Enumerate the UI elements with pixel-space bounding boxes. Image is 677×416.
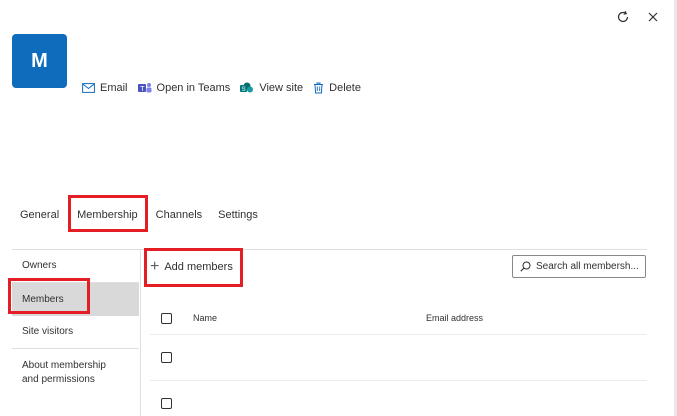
refresh-icon [617, 10, 629, 23]
search-placeholder: Search all membersh... [536, 261, 639, 272]
nav-item-owners[interactable]: Owners [12, 260, 139, 278]
refresh-button[interactable] [614, 8, 632, 26]
column-header-email[interactable]: Email address [426, 313, 483, 323]
header-divider [150, 334, 647, 335]
sharepoint-icon: S [240, 82, 254, 93]
teams-icon: T [137, 83, 152, 93]
nav-divider [12, 348, 139, 349]
mail-icon [82, 83, 95, 93]
highlight-membership-tab [68, 195, 148, 232]
email-label: Email [100, 82, 128, 94]
trash-icon [314, 82, 324, 94]
open-in-teams-label: Open in Teams [156, 82, 231, 94]
row-divider [150, 380, 647, 381]
tab-channels[interactable]: Channels [148, 206, 210, 224]
search-members-input[interactable]: Search all membersh... [512, 255, 646, 278]
nav-item-about-membership[interactable]: About membership and permissions [12, 359, 122, 387]
email-action[interactable]: Email [82, 82, 128, 94]
nav-item-label: Owners [22, 260, 57, 271]
delete-action[interactable]: Delete [313, 82, 361, 94]
open-in-teams-action[interactable]: T Open in Teams [137, 82, 231, 94]
tab-general[interactable]: General [12, 206, 67, 224]
view-site-label: View site [259, 82, 304, 94]
svg-text:T: T [140, 86, 145, 93]
delete-label: Delete [329, 82, 361, 94]
avatar-letter: M [31, 49, 48, 72]
row-checkbox[interactable] [161, 352, 172, 363]
highlight-add-members [144, 248, 243, 287]
membership-nav: Owners Members Site visitors About membe… [12, 250, 141, 416]
search-icon [520, 261, 531, 272]
row-checkbox[interactable] [161, 398, 172, 409]
action-bar: Email T Open in Teams S View site Delete [82, 79, 371, 97]
nav-item-site-visitors[interactable]: Site visitors [12, 326, 139, 344]
column-header-name[interactable]: Name [193, 313, 217, 323]
nav-item-label: Site visitors [22, 326, 74, 337]
highlight-members-nav [8, 278, 90, 314]
close-icon [648, 12, 658, 22]
close-button[interactable] [644, 8, 662, 26]
select-all-checkbox[interactable] [161, 313, 172, 324]
nav-item-label: About membership and permissions [22, 360, 106, 385]
tab-settings[interactable]: Settings [210, 206, 266, 224]
group-avatar: M [12, 34, 67, 88]
svg-text:S: S [242, 87, 246, 93]
view-site-action[interactable]: S View site [240, 82, 303, 94]
